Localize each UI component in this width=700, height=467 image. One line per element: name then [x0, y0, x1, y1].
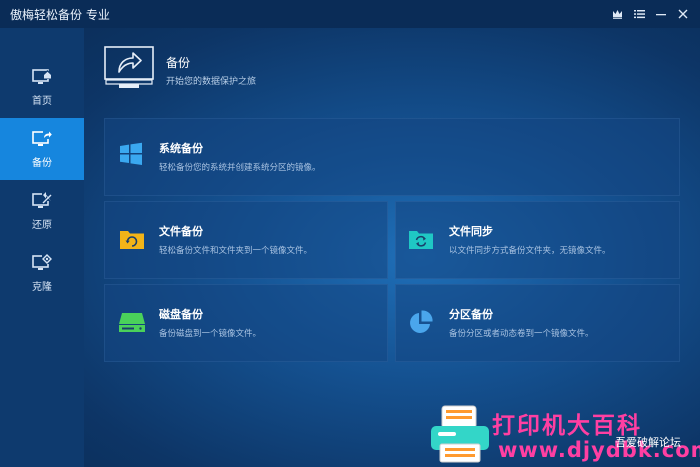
monitor-restore-icon [32, 191, 52, 208]
minimize-icon [656, 14, 666, 16]
file-sync-card[interactable]: 文件同步 以文件同步方式备份文件夹，无镜像文件。 [395, 201, 680, 279]
crown-icon [612, 10, 622, 19]
crown-button[interactable] [606, 3, 628, 25]
close-icon [678, 9, 688, 19]
minimize-button[interactable] [650, 3, 672, 25]
title-bar: 傲梅轻松备份 专业 [0, 0, 700, 28]
page-subtitle: 开始您的数据保护之旅 [166, 77, 257, 87]
system-backup-card[interactable]: 系统备份 轻松备份您的系统并创建系统分区的镜像。 [104, 118, 680, 196]
card-title: 系统备份 [159, 142, 203, 155]
sidebar-item-home[interactable]: 首页 [0, 56, 84, 118]
card-description: 备份分区或者动态卷到一个镜像文件。 [449, 329, 594, 339]
folder-sync-icon [409, 231, 433, 249]
sidebar-item-label: 首页 [32, 95, 52, 107]
watermark-forum: 吾爱破解论坛 [615, 436, 681, 449]
folder-refresh-icon [120, 231, 144, 249]
monitor-backup-icon [32, 129, 52, 146]
disk-drive-icon [119, 313, 145, 332]
menu-list-icon [633, 10, 645, 19]
card-description: 以文件同步方式备份文件夹，无镜像文件。 [449, 246, 611, 256]
sidebar-item-label: 克隆 [32, 281, 52, 293]
card-description: 备份磁盘到一个镜像文件。 [159, 329, 262, 339]
printer-logo-icon [431, 405, 489, 463]
window-controls [606, 3, 694, 25]
sidebar-item-label: 还原 [32, 219, 52, 231]
partition-backup-card[interactable]: 分区备份 备份分区或者动态卷到一个镜像文件。 [395, 284, 680, 362]
sidebar-item-backup[interactable]: 备份 [0, 118, 84, 180]
backup-header-icon-wrap [104, 46, 156, 94]
menu-button[interactable] [628, 3, 650, 25]
monitor-home-icon [32, 68, 52, 84]
monitor-clone-icon [32, 253, 52, 270]
card-title: 分区备份 [449, 308, 493, 321]
sidebar-item-clone[interactable]: 克隆 [0, 242, 84, 304]
windows-logo-icon [120, 142, 142, 165]
card-title: 磁盘备份 [159, 308, 203, 321]
card-title: 文件备份 [159, 225, 203, 238]
close-button[interactable] [672, 3, 694, 25]
sidebar: 首页 备份 还原 克隆 [0, 28, 84, 467]
sidebar-item-label: 备份 [32, 157, 52, 169]
monitor-share-arrow-icon [104, 46, 154, 88]
disk-backup-card[interactable]: 磁盘备份 备份磁盘到一个镜像文件。 [104, 284, 388, 362]
sidebar-item-restore[interactable]: 还原 [0, 180, 84, 242]
file-backup-card[interactable]: 文件备份 轻松备份文件和文件夹到一个镜像文件。 [104, 201, 388, 279]
card-description: 轻松备份文件和文件夹到一个镜像文件。 [159, 246, 313, 256]
card-title: 文件同步 [449, 225, 493, 238]
app-window: 傲梅轻松备份 专业 首页 备份 还原 克隆 备份 开始您的数据保护之旅 系统备份… [0, 0, 700, 467]
pie-chart-icon [410, 310, 433, 333]
window-title: 傲梅轻松备份 专业 [10, 7, 110, 22]
page-title: 备份 [166, 56, 191, 70]
watermark: 打印机大百科 www.djydbk.com 吾爱破解论坛 [428, 404, 700, 467]
card-description: 轻松备份您的系统并创建系统分区的镜像。 [159, 163, 321, 173]
